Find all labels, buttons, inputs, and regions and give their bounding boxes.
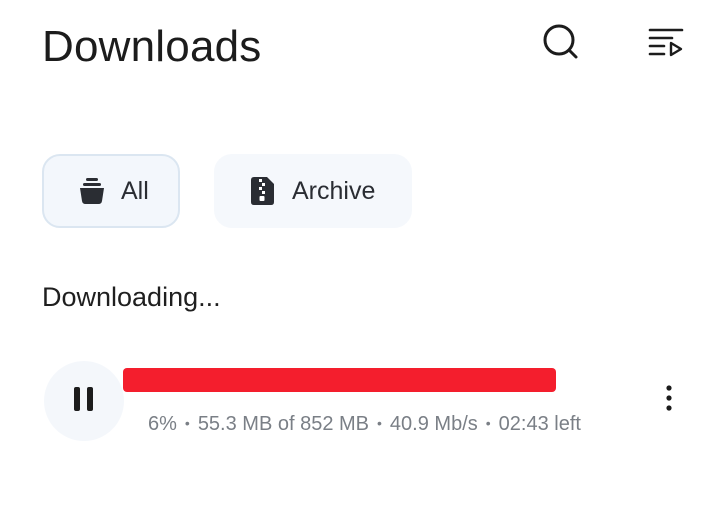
page-title: Downloads bbox=[42, 22, 262, 71]
meta-separator: • bbox=[184, 415, 190, 431]
search-button[interactable] bbox=[537, 20, 585, 68]
app-header: Downloads bbox=[0, 0, 720, 100]
filter-chip-archive[interactable]: Archive bbox=[214, 154, 412, 228]
zip-file-icon bbox=[248, 176, 278, 206]
filter-chip-all[interactable]: All bbox=[42, 154, 180, 228]
filter-chip-all-label: All bbox=[121, 176, 149, 205]
download-meta: 6% • 55.3 MB of 852 MB • 40.9 Mb/s • 02:43 lef… bbox=[148, 413, 581, 436]
basket-icon bbox=[77, 176, 107, 206]
meta-separator: • bbox=[377, 415, 382, 431]
pause-button[interactable] bbox=[44, 361, 124, 441]
more-vertical-icon bbox=[665, 384, 673, 416]
playlist-play-icon bbox=[647, 25, 685, 64]
search-icon bbox=[541, 22, 581, 67]
playlist-button[interactable] bbox=[642, 20, 690, 68]
download-speed: 40.9 Mb/s bbox=[389, 413, 478, 435]
meta-separator: • bbox=[485, 415, 491, 431]
more-options-button[interactable] bbox=[652, 380, 686, 420]
time-left: 02:43 left bbox=[498, 413, 581, 435]
section-title-downloading: Downloading... bbox=[42, 282, 221, 312]
downloaded-size: 55.3 MB of 852 MB bbox=[197, 413, 370, 435]
redaction-bar bbox=[123, 368, 556, 392]
progress-percent: 6% bbox=[148, 413, 177, 435]
filter-chip-archive-label: Archive bbox=[292, 176, 376, 205]
pause-icon bbox=[72, 386, 96, 417]
